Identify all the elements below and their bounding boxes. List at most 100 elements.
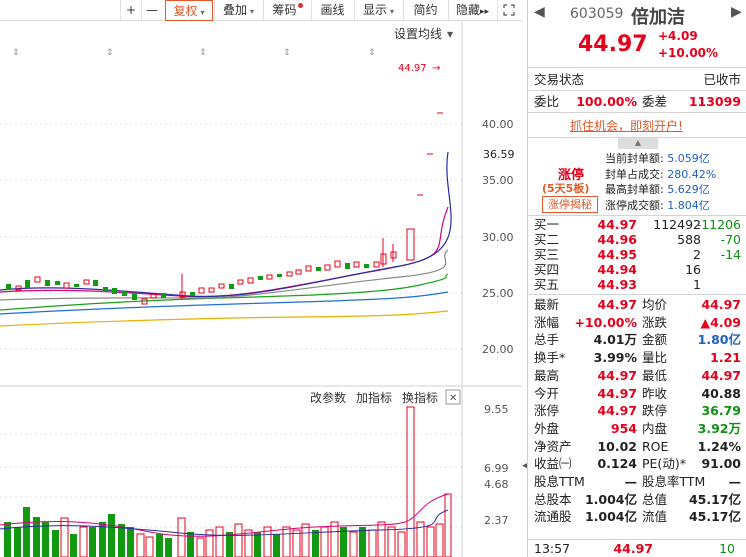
stat-label: 流值: [642, 509, 668, 525]
weicha-value: 113099: [688, 94, 741, 109]
stat-label: 最高: [534, 367, 560, 383]
stat-label: 涨跌: [642, 314, 668, 330]
add-indicator-button[interactable]: 加指标: [356, 390, 392, 405]
stat-label: 总手: [534, 332, 560, 348]
stat-label: 股息TTM: [534, 474, 585, 489]
seal-stat-value: 5.629亿: [667, 183, 710, 196]
stat-value: 1.21: [710, 350, 741, 366]
quote-panel: ◀ 603059 倍加洁 ▶ 44.97 +4.09 +10.00% 交易状态 …: [527, 0, 746, 557]
adjust-price-label: 复权: [173, 4, 198, 18]
zoom-in-button[interactable]: +: [120, 0, 141, 21]
limit-reveal-button[interactable]: 涨停揭秘: [542, 196, 598, 213]
open-account-link[interactable]: 抓住机会，即刻开户!: [570, 117, 683, 134]
price-tick: 40.00: [482, 118, 514, 131]
divider: [528, 112, 746, 113]
status-value: 已收市: [703, 72, 741, 87]
stat-value: 1.80亿: [697, 332, 741, 348]
seal-stat-value: 280.42%: [667, 167, 717, 181]
stat-value: 10.02: [597, 438, 637, 454]
volume-tick: 4.68: [484, 478, 509, 491]
volume-ma-lines: [0, 493, 449, 537]
weibi-value: 100.00%: [576, 94, 637, 109]
stat-value: 4.01万: [593, 332, 637, 348]
stock-name: 倍加洁: [631, 7, 685, 28]
bid-volume: 112492: [653, 217, 701, 232]
seal-stat-row: 当前封单额: 5.059亿: [605, 151, 745, 167]
volume-tick: 2.37: [484, 514, 509, 527]
bid-label: 买二: [534, 232, 560, 247]
divider: [528, 539, 746, 540]
seal-stat-row: 封单占成交: 280.42%: [605, 167, 745, 183]
stat-value: 44.97: [597, 367, 637, 383]
stat-value: 45.17亿: [688, 509, 741, 525]
display-dropdown[interactable]: 显示 ▾: [354, 0, 402, 21]
svg-text:⇕: ⇕: [199, 48, 207, 58]
stat-value: 44.97: [597, 297, 637, 312]
indicator-params-button[interactable]: 改参数: [310, 390, 346, 405]
close-icon: ✕: [449, 393, 457, 404]
stat-label: 内盘: [642, 420, 668, 436]
stat-label: 涨停: [534, 403, 560, 419]
crosshair-ticks: ⇕ ⇕ ⇕ ⇕ ⇕: [12, 48, 376, 58]
seal-stat-value: 5.059亿: [667, 152, 710, 165]
prev-stock-button[interactable]: ◀: [534, 4, 545, 20]
bid-volume: 2: [693, 247, 701, 262]
seal-stat-value: 1.804亿: [667, 198, 710, 212]
zoom-out-button[interactable]: —: [141, 0, 162, 21]
adjust-price-dropdown[interactable]: 复权 ▾: [165, 0, 213, 21]
stat-label: 流通股: [534, 509, 572, 525]
brief-mode-button[interactable]: 简约: [403, 0, 447, 21]
svg-text:⇕: ⇕: [106, 48, 114, 58]
switch-indicator-button[interactable]: 换指标: [402, 390, 438, 405]
last-price: 44.97: [578, 32, 648, 57]
kline-chart[interactable]: 设置均线 ▼ ⇕ ⇕ ⇕ ⇕ ⇕ 44.97 → 40.00 35.00 30.…: [0, 22, 522, 557]
draw-line-button[interactable]: 画线: [311, 0, 353, 21]
stat-label: 量比: [642, 350, 668, 366]
current-price-tag: 36.59: [483, 148, 515, 161]
volume-tick: 6.99: [484, 462, 509, 475]
price-change-pct: +10.00%: [658, 46, 719, 60]
divider: [528, 67, 746, 68]
stat-value: 1.24%: [697, 438, 741, 454]
svg-text:⇕: ⇕: [12, 48, 20, 58]
chevron-up-icon: ▲: [634, 138, 642, 147]
stat-value: 44.97: [701, 297, 741, 312]
volume-axis: 9.55 6.99 4.68 2.37: [484, 403, 509, 527]
bid-change: -11206: [696, 217, 741, 232]
stat-value: 1.004亿: [584, 509, 637, 525]
volume-tick: 9.55: [484, 403, 509, 416]
stat-value: 45.17亿: [688, 491, 741, 507]
arrow-right-icon: →: [432, 63, 440, 74]
stat-label: ROE: [642, 438, 669, 454]
stat-value: 36.79: [701, 403, 741, 419]
next-stock-button[interactable]: ▶: [731, 4, 742, 20]
divider: [528, 215, 746, 216]
stat-value: 1.004亿: [584, 491, 637, 507]
price-change: +4.09: [658, 29, 698, 43]
stock-code: 603059: [570, 6, 624, 22]
double-arrow-right-icon: ▸▸: [479, 7, 490, 17]
chevron-down-icon: ▾: [250, 7, 255, 16]
stat-value: 44.97: [597, 385, 637, 401]
weicha-label: 委差: [642, 94, 668, 109]
chips-button[interactable]: 筹码: [263, 0, 311, 21]
expand-icon: [502, 4, 515, 16]
stat-value: 44.97: [701, 367, 741, 383]
seal-stat-label: 当前封单额:: [605, 152, 664, 165]
hide-panel-button[interactable]: 隐藏▸▸: [448, 0, 496, 21]
collapse-toggle[interactable]: ▲: [618, 137, 658, 149]
overlay-dropdown[interactable]: 叠加 ▾: [214, 0, 262, 21]
weibi-label: 委比: [534, 94, 560, 109]
bid-label: 买三: [534, 247, 560, 262]
divider: [528, 90, 746, 91]
tick-time: 13:57: [534, 541, 571, 556]
chevron-down-icon: ▾: [200, 8, 205, 17]
fullscreen-button[interactable]: [497, 0, 519, 21]
ma-settings-label[interactable]: 设置均线: [394, 27, 442, 41]
stat-value: 3.99%: [593, 350, 637, 366]
seal-stat-label: 最高封单额:: [605, 183, 664, 196]
price-tick: 20.00: [482, 343, 514, 356]
chart-toolbar: + — 复权 ▾ 叠加 ▾ 筹码 画线 显示 ▾ 简约 隐藏▸▸: [0, 0, 522, 21]
seal-stat-row: 涨停成交额: 1.804亿: [605, 198, 745, 214]
display-label: 显示: [362, 3, 387, 17]
